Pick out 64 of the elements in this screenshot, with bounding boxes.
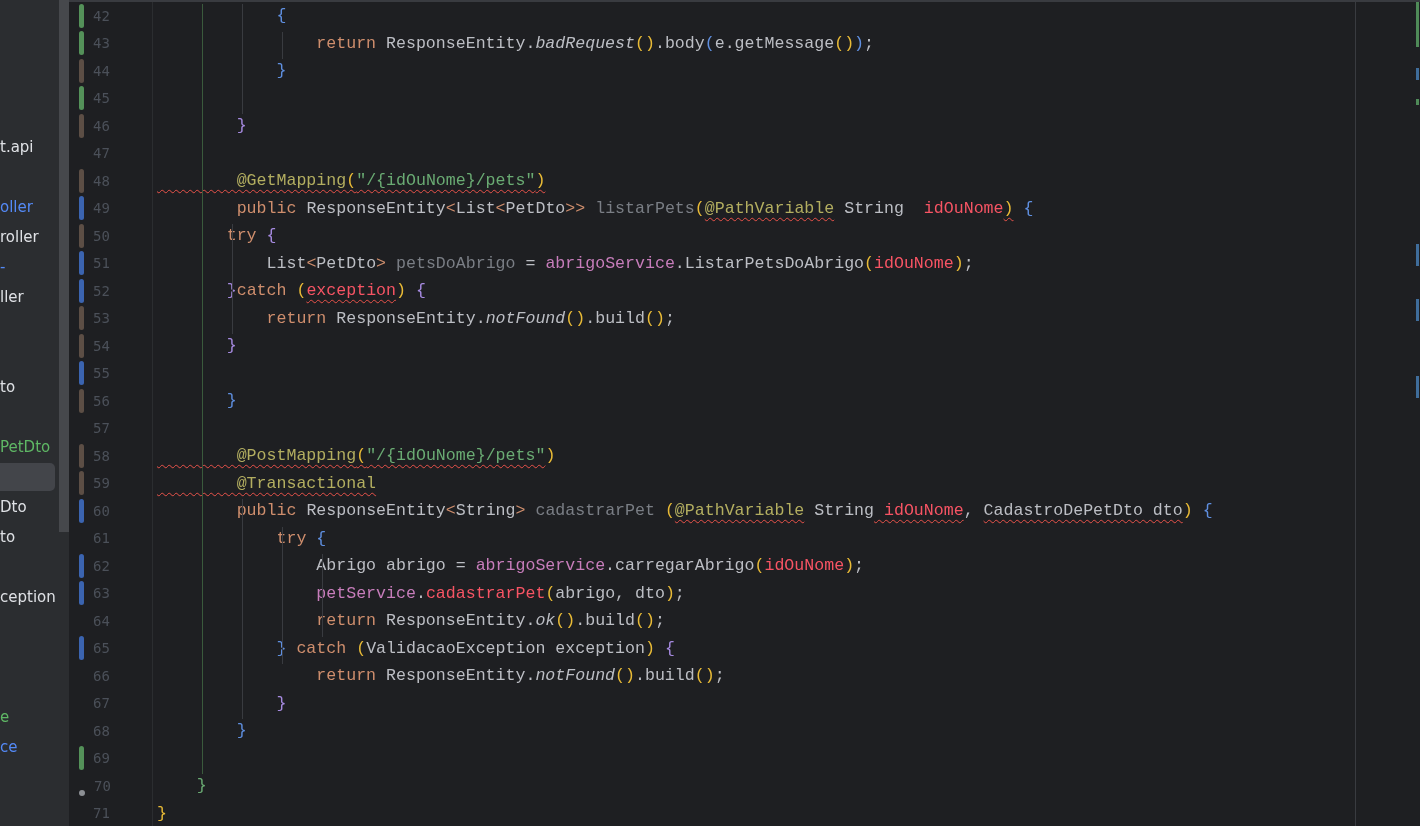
scroll-marker[interactable]	[1416, 2, 1419, 47]
code-line: @Transactional	[235, 473, 377, 493]
change-marker[interactable]	[79, 113, 84, 138]
code-line: }	[275, 61, 287, 81]
change-marker[interactable]	[79, 471, 84, 496]
code-line: public ResponseEntity<String> cadastrarPet (@PathVariable String idOuNome, CadastroDePetDto dto) {	[235, 501, 1213, 521]
tree-item[interactable]: PetDto	[0, 432, 51, 462]
tree-item[interactable]: Dto	[0, 492, 27, 522]
code-line: try {	[275, 528, 327, 548]
change-marker[interactable]	[79, 86, 84, 111]
tree-item[interactable]: -	[0, 252, 6, 282]
scroll-marker[interactable]	[1416, 299, 1419, 321]
change-marker[interactable]	[79, 443, 84, 468]
scroll-marker[interactable]	[1416, 68, 1419, 80]
change-marker[interactable]	[79, 361, 84, 386]
code-line: }	[235, 721, 247, 741]
change-marker[interactable]	[79, 196, 84, 221]
tree-item[interactable]: e	[0, 702, 10, 732]
change-marker[interactable]	[79, 251, 84, 276]
code-line: }	[225, 391, 237, 411]
code-line: List<PetDto> petsDoAbrigo = abrigoService.ListarPetsDoAbrigo(idOuNome);	[265, 253, 974, 273]
code-line: }	[157, 803, 167, 823]
change-marker[interactable]	[79, 746, 84, 771]
code-line: }	[235, 116, 247, 136]
change-marker[interactable]	[79, 581, 84, 606]
code-line: public ResponseEntity<List<PetDto>> listarPets(@PathVariable String idOuNome) {	[235, 198, 1034, 218]
change-marker[interactable]	[79, 553, 84, 578]
scrollbar-thumb[interactable]	[58, 0, 69, 532]
code-line: }	[195, 776, 207, 796]
tree-item[interactable]: t.api	[0, 132, 34, 162]
tree-item[interactable]: to	[0, 522, 16, 552]
code-line: return ResponseEntity.notFound().build();	[315, 666, 725, 686]
tree-item[interactable]: ception	[0, 582, 56, 612]
tree-item[interactable]: ller	[0, 282, 24, 312]
scroll-marker[interactable]	[1416, 99, 1419, 105]
change-marker[interactable]	[79, 278, 84, 303]
code-line: return ResponseEntity.badRequest().body(e.getMessage());	[315, 33, 875, 53]
change-marker[interactable]	[79, 388, 84, 413]
scroll-marker[interactable]	[1416, 244, 1419, 266]
change-marker[interactable]	[79, 168, 84, 193]
tree-item[interactable]: ce	[0, 732, 18, 762]
code-line: {	[275, 6, 287, 26]
code-line: }	[225, 336, 237, 356]
change-marker[interactable]	[79, 333, 84, 358]
change-marker[interactable]	[79, 223, 84, 248]
code-line: }	[275, 693, 287, 713]
change-marker[interactable]	[79, 58, 84, 83]
change-marker[interactable]	[79, 306, 84, 331]
code-line: petService.cadastrarPet(abrigo, dto);	[315, 583, 685, 603]
code-line: @GetMapping("/{idOuNome}/pets")	[235, 171, 546, 191]
change-marker[interactable]	[79, 3, 84, 28]
code-line: @PostMapping("/{idOuNome}/pets")	[235, 446, 556, 466]
change-marker[interactable]	[79, 31, 84, 56]
scroll-marker[interactable]	[1416, 376, 1419, 398]
tree-item[interactable]: to	[0, 372, 16, 402]
code-line: Abrigo abrigo = abrigoService.carregarAbrigo(idOuNome);	[315, 556, 865, 576]
tree-item[interactable]: roller	[0, 222, 39, 252]
code-line: return ResponseEntity.notFound().build();	[265, 308, 675, 328]
change-marker[interactable]	[79, 498, 84, 523]
tree-item[interactable]: oller	[0, 192, 33, 222]
code-line: return ResponseEntity.ok().build();	[315, 611, 665, 631]
change-marker[interactable]	[79, 636, 84, 661]
change-marker[interactable]	[79, 789, 85, 796]
code-line: try {	[225, 226, 277, 246]
